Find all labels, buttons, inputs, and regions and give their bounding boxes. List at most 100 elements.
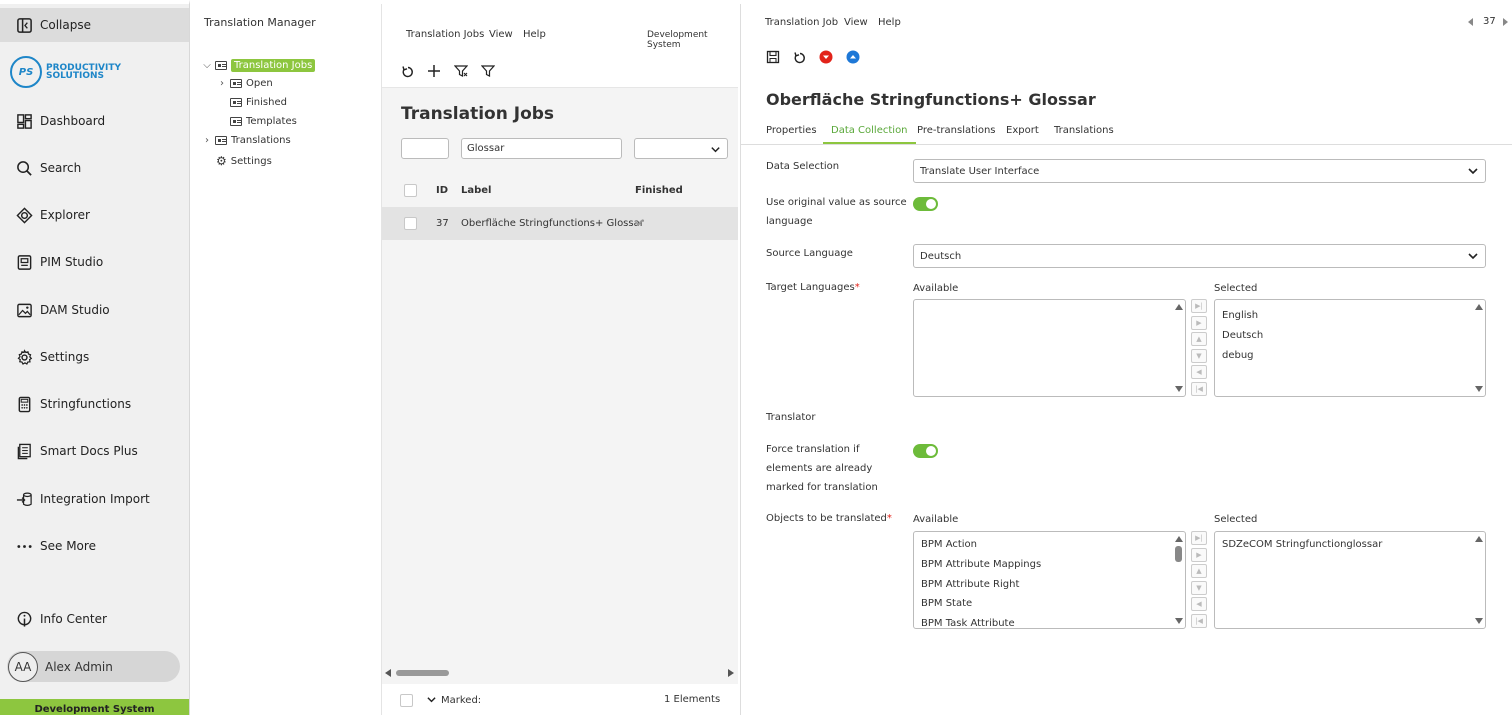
- menu-translation-jobs[interactable]: Translation Jobs: [406, 29, 484, 40]
- scroll-right-icon[interactable]: [728, 669, 734, 677]
- next-record-icon[interactable]: [1503, 18, 1508, 26]
- nav-item-pim-studio[interactable]: PIM Studio: [0, 242, 189, 282]
- vertical-scrollbar[interactable]: [1474, 302, 1483, 394]
- vertical-scrollbar[interactable]: [1474, 534, 1483, 626]
- nav-item-dam-studio[interactable]: DAM Studio: [0, 290, 189, 330]
- vertical-scrollbar[interactable]: [1174, 534, 1183, 626]
- move-last-icon[interactable]: |◀: [1191, 613, 1207, 628]
- revert-button[interactable]: [792, 50, 808, 66]
- nav-item-integration-import[interactable]: Integration Import: [0, 479, 189, 519]
- row-checkbox[interactable]: [404, 217, 417, 230]
- move-left-icon[interactable]: ◀: [1191, 597, 1207, 611]
- scrollbar-thumb[interactable]: [1175, 546, 1182, 562]
- tab-properties[interactable]: Properties: [766, 125, 817, 142]
- move-last-icon[interactable]: |◀: [1191, 381, 1207, 396]
- filter-button[interactable]: [480, 63, 496, 79]
- collapse-button[interactable]: Collapse: [0, 8, 189, 42]
- nav-item-smart-docs-plus[interactable]: Smart Docs Plus: [0, 431, 189, 471]
- save-button[interactable]: [765, 49, 781, 65]
- nav-label: Dashboard: [40, 114, 106, 128]
- calculator-icon: [15, 395, 33, 413]
- source-language-select[interactable]: Deutsch: [913, 244, 1486, 268]
- vertical-scrollbar[interactable]: [1174, 302, 1183, 394]
- list-item[interactable]: BPM Attribute Right: [921, 579, 1019, 590]
- nav-item-settings[interactable]: Settings: [0, 337, 189, 377]
- chevron-down-icon[interactable]: [426, 696, 437, 705]
- refresh-icon: [794, 52, 805, 64]
- target-available-list[interactable]: [913, 299, 1186, 397]
- menu-view[interactable]: View: [844, 17, 868, 28]
- page-title: Translation Jobs: [401, 104, 555, 124]
- force-translation-toggle[interactable]: [913, 444, 938, 458]
- chevron-right-icon[interactable]: ›: [202, 135, 212, 146]
- move-up-icon[interactable]: ▲: [1191, 564, 1207, 578]
- menu-help[interactable]: Help: [523, 29, 546, 40]
- nav-item-explorer[interactable]: Explorer: [0, 195, 189, 235]
- move-up-button[interactable]: [845, 49, 861, 65]
- search-icon: [15, 159, 33, 177]
- move-right-icon[interactable]: ▶: [1191, 547, 1207, 562]
- scrollbar-thumb[interactable]: [396, 670, 449, 676]
- add-button[interactable]: [426, 63, 442, 79]
- move-right-icon[interactable]: ▶: [1191, 315, 1207, 330]
- menu-view[interactable]: View: [489, 29, 513, 40]
- tab-pre-translations[interactable]: Pre-translations: [917, 125, 996, 142]
- nav-item-dashboard[interactable]: Dashboard: [0, 101, 189, 141]
- horizontal-scrollbar[interactable]: [382, 666, 738, 680]
- move-down-icon[interactable]: ▼: [1191, 580, 1207, 595]
- select-all-checkbox[interactable]: [404, 184, 417, 197]
- tree-node-translation-jobs[interactable]: ⌵ Translation Jobs: [202, 59, 316, 72]
- menu-help[interactable]: Help: [878, 17, 901, 28]
- tab-export[interactable]: Export: [1006, 125, 1039, 142]
- column-header-label[interactable]: Label: [461, 185, 492, 196]
- use-original-toggle[interactable]: [913, 197, 938, 211]
- chevron-down-icon[interactable]: ⌵: [202, 60, 212, 71]
- filter-label-input[interactable]: Glossar: [461, 138, 622, 159]
- list-item[interactable]: BPM Action: [921, 539, 977, 550]
- tree-node-finished[interactable]: Finished: [227, 97, 287, 108]
- menu-translation-job[interactable]: Translation Job: [765, 17, 838, 28]
- refresh-button[interactable]: [400, 64, 416, 80]
- target-selected-list[interactable]: English Deutsch debug: [1214, 299, 1486, 397]
- nav-item-see-more[interactable]: See More: [0, 526, 189, 566]
- list-item[interactable]: SDZeCOM Stringfunctionglossar: [1222, 539, 1382, 550]
- objects-selected-list[interactable]: SDZeCOM Stringfunctionglossar: [1214, 531, 1486, 629]
- tree-node-templates[interactable]: Templates: [227, 116, 297, 127]
- column-header-id[interactable]: ID: [436, 185, 448, 196]
- tree-node-open[interactable]: › Open: [217, 78, 273, 89]
- previous-record-icon[interactable]: [1468, 18, 1473, 26]
- nav-item-stringfunctions[interactable]: Stringfunctions: [0, 384, 189, 424]
- tree-node-translations[interactable]: › Translations: [202, 135, 291, 146]
- move-down-button[interactable]: [818, 49, 834, 65]
- tab-data-collection[interactable]: Data Collection: [823, 125, 916, 144]
- list-item[interactable]: Deutsch: [1222, 330, 1263, 341]
- data-selection-select[interactable]: Translate User Interface: [913, 159, 1486, 183]
- chevron-right-icon[interactable]: ›: [217, 78, 227, 89]
- refresh-icon: [402, 66, 413, 78]
- nav-item-info-center[interactable]: Info Center: [0, 599, 189, 639]
- move-left-icon[interactable]: ◀: [1191, 365, 1207, 379]
- list-item[interactable]: BPM Task Attribute: [921, 618, 1015, 628]
- filter-id-input[interactable]: [401, 138, 449, 159]
- tree-node-settings[interactable]: ⚙ Settings: [216, 154, 272, 168]
- list-item[interactable]: BPM State: [921, 598, 972, 609]
- footer-checkbox[interactable]: [400, 694, 413, 707]
- objects-available-list[interactable]: BPM Action BPM Attribute Mappings BPM At…: [913, 531, 1186, 629]
- move-up-icon[interactable]: ▲: [1191, 332, 1207, 346]
- list-item[interactable]: debug: [1222, 350, 1254, 361]
- scroll-left-icon[interactable]: [385, 669, 391, 677]
- move-first-icon[interactable]: ▶|: [1191, 299, 1207, 313]
- tab-translations[interactable]: Translations: [1054, 125, 1114, 142]
- move-down-icon[interactable]: ▼: [1191, 348, 1207, 363]
- list-item[interactable]: BPM Attribute Mappings: [921, 559, 1041, 570]
- filter-finished-select[interactable]: [634, 138, 728, 159]
- clear-filter-button[interactable]: [453, 63, 469, 79]
- user-menu[interactable]: AA Alex Admin: [7, 651, 180, 682]
- nav-item-search[interactable]: Search: [0, 148, 189, 188]
- move-first-icon[interactable]: ▶|: [1191, 531, 1207, 545]
- jobs-list-panel: Translation Jobs View Help Development S…: [382, 4, 738, 715]
- nav-label: Explorer: [40, 208, 90, 222]
- column-header-finished[interactable]: Finished: [635, 185, 683, 196]
- table-row[interactable]: 37 Oberfläche Stringfunctions+ Glossar ✔: [382, 207, 738, 240]
- list-item[interactable]: English: [1222, 310, 1258, 321]
